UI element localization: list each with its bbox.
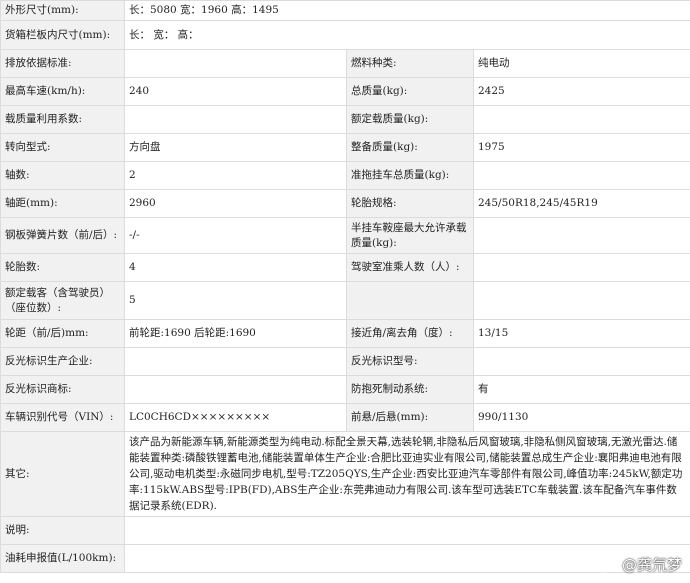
spec-label: 半挂车鞍座最大允许承载质量(kg): <box>346 217 474 254</box>
spec-label: 反光标识商标: <box>0 375 125 404</box>
table-row: 外形尺寸(mm): 长：5080 宽：1960 高：1495 <box>0 0 690 21</box>
spec-label: 准拖挂车总质量(kg): <box>346 161 474 190</box>
spec-label: 排放依据标准: <box>0 49 125 78</box>
table-row: 载质量利用系数: 额定载质量(kg): <box>0 105 690 134</box>
table-row: 钢板弹簧片数（前/后）: -/- 半挂车鞍座最大允许承载质量(kg): <box>0 217 690 254</box>
spec-value: 1975 <box>472 133 690 162</box>
spec-value: LC0CH6CD××××××××× <box>124 403 347 432</box>
spec-label: 反光标识型号: <box>346 347 474 376</box>
table-row: 轴距(mm): 2960 轮胎规格: 245/50R18,245/45R19 <box>0 189 690 218</box>
spec-value: 240 <box>124 77 347 106</box>
spec-value: 990/1130 <box>472 403 690 432</box>
weibo-watermark: @龚氘梦 <box>596 551 682 577</box>
spec-value: 2960 <box>124 189 347 218</box>
spec-label: 总质量(kg): <box>346 77 474 106</box>
weibo-icon <box>596 556 617 573</box>
spec-label: 转向型式: <box>0 133 125 162</box>
spec-label: 说明: <box>0 516 125 545</box>
spec-label: 油耗申报值(L/100km): <box>0 544 125 573</box>
spec-value: 长： 宽： 高： <box>123 20 690 50</box>
spec-label: 接近角/离去角（度）: <box>346 319 474 348</box>
spec-label: 额定载质量(kg): <box>346 105 474 134</box>
spec-label: 最高车速(km/h): <box>0 77 125 106</box>
spec-value <box>472 105 690 134</box>
spec-label: 外形尺寸(mm): <box>0 0 125 21</box>
spec-value: 纯电动 <box>472 49 690 78</box>
spec-label: 防抱死制动系统: <box>346 375 474 404</box>
table-row: 排放依据标准: 燃料种类: 纯电动 <box>0 49 690 78</box>
spec-value: 前轮距:1690 后轮距:1690 <box>124 319 347 348</box>
spec-value <box>472 217 690 254</box>
spec-value: -/- <box>124 217 347 254</box>
spec-value: 5 <box>124 281 347 320</box>
table-row: 反光标识生产企业: 反光标识型号: <box>0 347 690 376</box>
table-row: 最高车速(km/h): 240 总质量(kg): 2425 <box>0 77 690 106</box>
spec-value <box>472 347 690 376</box>
spec-value: 长：5080 宽：1960 高：1495 <box>123 0 690 21</box>
spec-label: 前悬/后悬(mm): <box>346 403 474 432</box>
spec-label: 轴数: <box>0 161 125 190</box>
spec-value: 有 <box>472 375 690 404</box>
watermark-text: @龚氘梦 <box>621 555 682 574</box>
spec-value: 2425 <box>472 77 690 106</box>
spec-label: 轮胎数: <box>0 253 125 282</box>
spec-value <box>123 516 690 545</box>
spec-label: 燃料种类: <box>346 49 474 78</box>
spec-value <box>472 281 690 320</box>
spec-label: 反光标识生产企业: <box>0 347 125 376</box>
spec-label: 车辆识别代号（VIN）: <box>0 403 125 432</box>
vehicle-spec-table: 外形尺寸(mm): 长：5080 宽：1960 高：1495 货箱栏板内尺寸(m… <box>0 0 690 573</box>
table-row: 转向型式: 方向盘 整备质量(kg): 1975 <box>0 133 690 162</box>
table-row: 货箱栏板内尺寸(mm): 长： 宽： 高： <box>0 20 690 50</box>
spec-label <box>346 281 474 320</box>
spec-value <box>124 375 347 404</box>
spec-value <box>124 347 347 376</box>
spec-label: 货箱栏板内尺寸(mm): <box>0 20 125 50</box>
table-row: 额定载客（含驾驶员）（座位数）: 5 <box>0 281 690 320</box>
table-row: 油耗申报值(L/100km): <box>0 544 690 573</box>
spec-label: 钢板弹簧片数（前/后）: <box>0 217 125 254</box>
spec-value <box>472 253 690 282</box>
spec-value: 2 <box>124 161 347 190</box>
table-row: 其它: 该产品为新能源车辆,新能源类型为纯电动.标配全景天幕,选装轮辋,非隐私后… <box>0 431 690 517</box>
spec-label: 整备质量(kg): <box>346 133 474 162</box>
spec-label: 轮胎规格: <box>346 189 474 218</box>
spec-value: 13/15 <box>472 319 690 348</box>
table-row: 轮距（前/后)mm: 前轮距:1690 后轮距:1690 接近角/离去角（度）:… <box>0 319 690 348</box>
spec-label: 驾驶室准乘人数（人）: <box>346 253 474 282</box>
spec-value <box>124 49 347 78</box>
table-row: 说明: <box>0 516 690 545</box>
spec-label: 额定载客（含驾驶员）（座位数）: <box>0 281 125 320</box>
table-row: 反光标识商标: 防抱死制动系统: 有 <box>0 375 690 404</box>
spec-label: 载质量利用系数: <box>0 105 125 134</box>
table-row: 轮胎数: 4 驾驶室准乘人数（人）: <box>0 253 690 282</box>
spec-label: 其它: <box>0 431 125 517</box>
table-row: 车辆识别代号（VIN）: LC0CH6CD××××××××× 前悬/后悬(mm)… <box>0 403 690 432</box>
spec-value: 245/50R18,245/45R19 <box>472 189 690 218</box>
spec-value: 4 <box>124 253 347 282</box>
spec-label: 轴距(mm): <box>0 189 125 218</box>
spec-value: 该产品为新能源车辆,新能源类型为纯电动.标配全景天幕,选装轮辋,非隐私后风窗玻璃… <box>123 431 690 517</box>
spec-label: 轮距（前/后)mm: <box>0 319 125 348</box>
table-row: 轴数: 2 准拖挂车总质量(kg): <box>0 161 690 190</box>
spec-value <box>124 105 347 134</box>
spec-value: 方向盘 <box>124 133 347 162</box>
spec-value <box>472 161 690 190</box>
